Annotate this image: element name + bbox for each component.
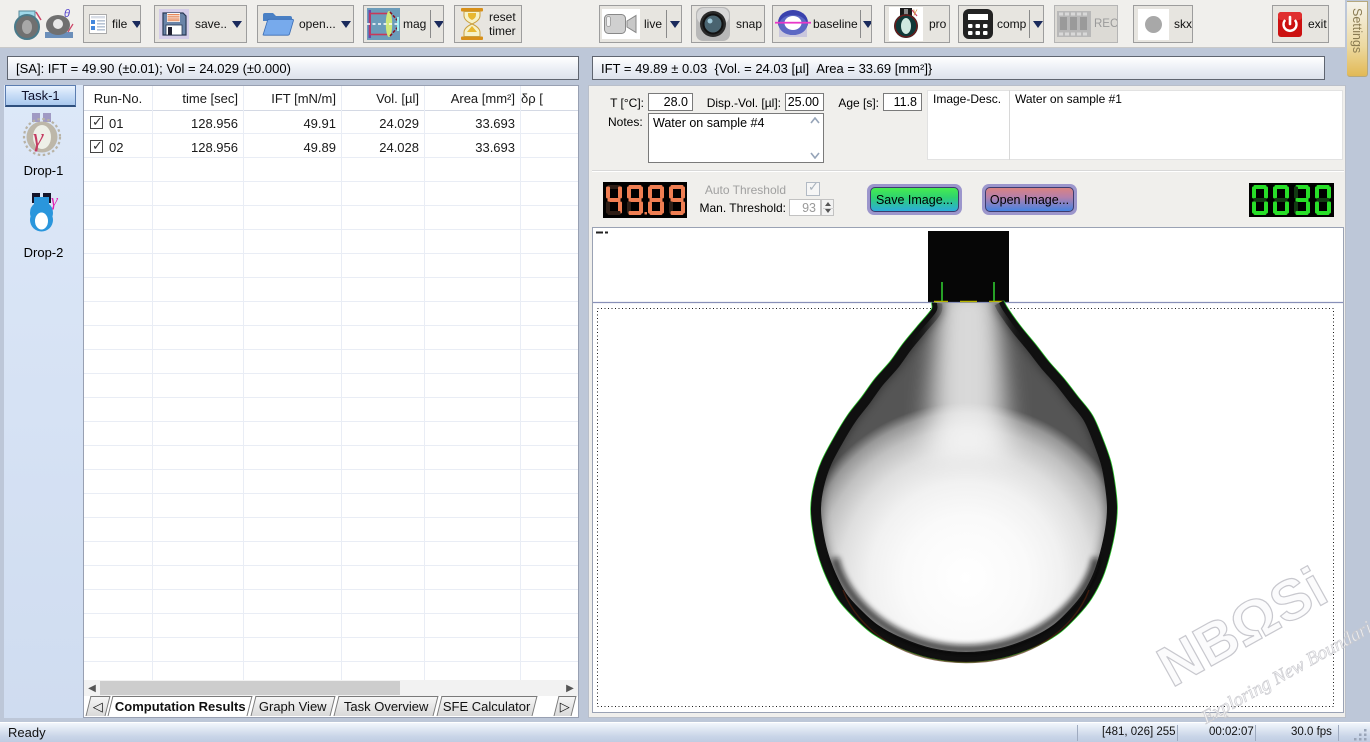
svg-text:θ: θ: [64, 8, 70, 20]
svg-text:γ: γ: [51, 193, 59, 210]
svg-text:γ: γ: [33, 123, 44, 152]
svg-text:γ: γ: [913, 8, 918, 16]
